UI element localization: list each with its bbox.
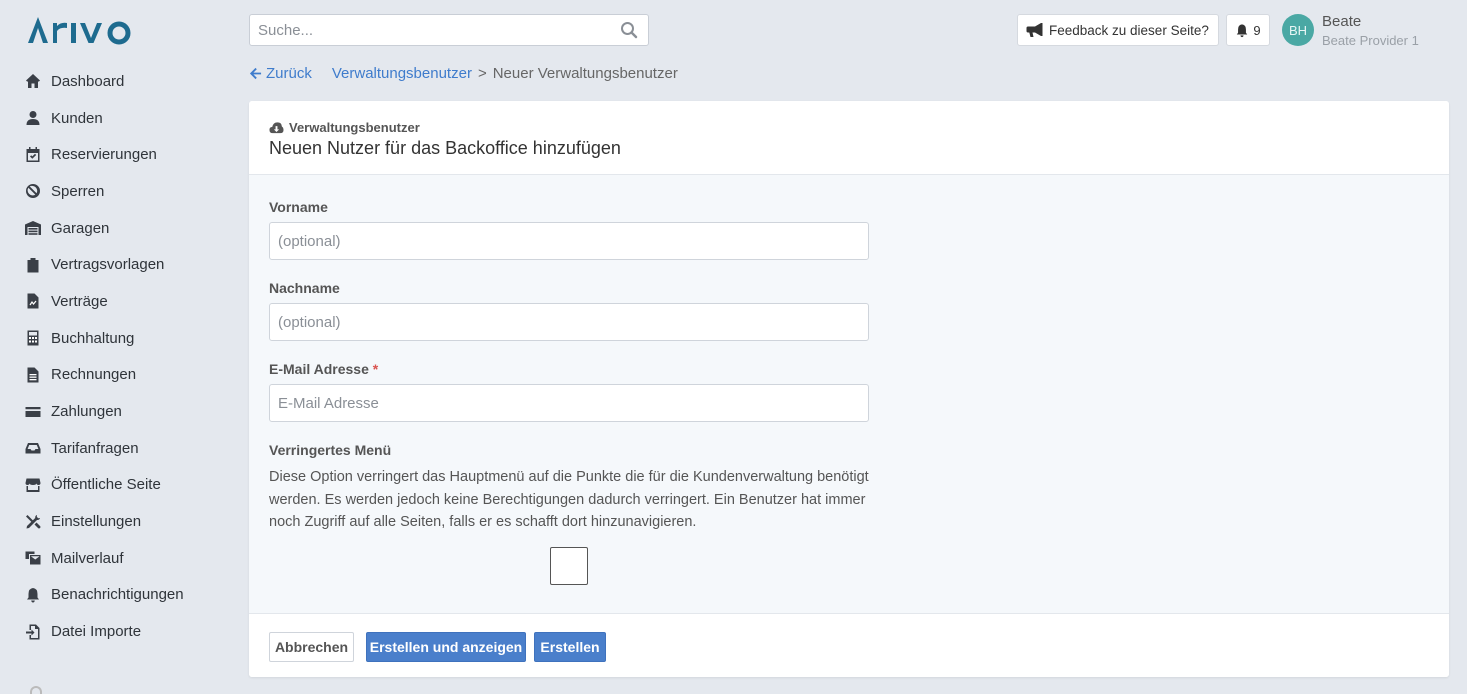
sidebar-item-oeffentliche-seite[interactable]: Öffentliche Seite (0, 467, 230, 504)
calculator-icon (24, 329, 42, 347)
create-and-show-button[interactable]: Erstellen und anzeigen (366, 632, 526, 662)
sidebar-item-rechnungen[interactable]: Rechnungen (0, 357, 230, 394)
breadcrumb-parent[interactable]: Verwaltungsbenutzer (332, 65, 472, 82)
back-label: Zurück (266, 65, 312, 82)
sidebar-item-label: Dashboard (51, 72, 125, 90)
arrow-left-icon (249, 67, 262, 80)
home-icon (24, 72, 42, 90)
bullhorn-icon (1026, 23, 1043, 37)
back-link[interactable]: Zurück (249, 65, 312, 82)
sidebar-item-kunden[interactable]: Kunden (0, 100, 230, 137)
user-organization: Beate Provider 1 (1322, 33, 1419, 48)
avatar[interactable]: BH (1282, 14, 1314, 46)
sidebar-item-label: Datei Importe (51, 623, 142, 641)
sidebar-item-benachrichtigungen[interactable]: Benachrichtigungen (0, 577, 230, 614)
file-import-icon (24, 623, 42, 641)
calendar-check-icon (24, 146, 42, 164)
cloud-download-icon (269, 122, 284, 134)
sidebar-item-einstellungen[interactable]: Einstellungen (0, 503, 230, 540)
breadcrumb-separator: > (477, 65, 487, 82)
sidebar-item-label: Rechnungen (51, 366, 137, 384)
search-input[interactable] (250, 21, 620, 39)
bell-icon (1237, 23, 1248, 37)
file-invoice-icon (24, 366, 42, 384)
first-name-label: Vorname (269, 199, 328, 215)
notifications-button[interactable]: 9 (1226, 14, 1270, 46)
arivo-logo-icon (28, 17, 131, 45)
reduced-menu-help: Diese Option verringert das Hauptmenü au… (269, 469, 869, 530)
last-name-input[interactable] (269, 303, 869, 341)
brand-logo[interactable] (26, 14, 146, 54)
sidebar-item-label: Vertragsvorlagen (51, 256, 165, 274)
sidebar-item-vertraege[interactable]: Verträge (0, 283, 230, 320)
bell-icon (24, 586, 42, 604)
sidebar-item-label: Einstellungen (51, 513, 142, 531)
sidebar-item-datei-importe[interactable]: Datei Importe (0, 613, 230, 650)
user-icon (24, 109, 42, 127)
reduced-menu-checkbox[interactable] (550, 547, 588, 585)
card-eyebrow-label: Verwaltungsbenutzer (289, 120, 420, 135)
sidebar-item-label: Reservierungen (51, 146, 157, 164)
required-marker: * (372, 361, 379, 377)
card-eyebrow: Verwaltungsbenutzer (269, 120, 1429, 135)
form-card: Verwaltungsbenutzer Neuen Nutzer für das… (249, 101, 1449, 677)
sidebar-nav: Dashboard Kunden Reservierungen Sperren … (0, 63, 230, 650)
feedback-button[interactable]: Feedback zu dieser Seite? (1017, 14, 1219, 46)
create-button[interactable]: Erstellen (534, 632, 606, 662)
card-footer: Abbrechen Erstellen und anzeigen Erstell… (249, 613, 1449, 677)
ban-icon (24, 182, 42, 200)
sidebar-item-label: Buchhaltung (51, 329, 135, 347)
sidebar-item-buchhaltung[interactable]: Buchhaltung (0, 320, 230, 357)
sidebar-item-label: Kunden (51, 109, 103, 127)
search-icon[interactable] (620, 21, 638, 39)
cancel-button[interactable]: Abbrechen (269, 632, 354, 662)
clipboard-icon (24, 256, 42, 274)
first-name-input[interactable] (269, 222, 869, 260)
page-title: Neuen Nutzer für das Backoffice hinzufüg… (269, 138, 621, 158)
credit-card-icon (24, 403, 42, 421)
store-icon (24, 476, 42, 494)
notification-count: 9 (1253, 22, 1261, 38)
sidebar-item-vertragsvorlagen[interactable]: Vertragsvorlagen (0, 246, 230, 283)
sidebar-item-zahlungen[interactable]: Zahlungen (0, 393, 230, 430)
inbox-icon (24, 439, 42, 457)
search-box (249, 14, 649, 46)
file-signature-icon (24, 292, 42, 310)
feedback-label: Feedback zu dieser Seite? (1049, 22, 1209, 38)
sidebar-item-reservierungen[interactable]: Reservierungen (0, 136, 230, 173)
sidebar-item-mailverlauf[interactable]: Mailverlauf (0, 540, 230, 577)
email-label-text: E-Mail Adresse (269, 361, 369, 377)
email-input[interactable] (269, 384, 869, 422)
sidebar-item-dashboard[interactable]: Dashboard (0, 63, 230, 100)
user-name[interactable]: Beate (1322, 13, 1361, 30)
sidebar: Dashboard Kunden Reservierungen Sperren … (0, 0, 230, 694)
sidebar-item-label: Sperren (51, 182, 105, 200)
sidebar-item-label: Zahlungen (51, 403, 122, 421)
sidebar-item-label: Garagen (51, 219, 110, 237)
sidebar-item-sperren[interactable]: Sperren (0, 173, 230, 210)
sidebar-item-label: Mailverlauf (51, 549, 124, 567)
sidebar-item-label: Benachrichtigungen (51, 586, 184, 604)
sidebar-item-label: Verträge (51, 292, 108, 310)
sidebar-item-tarifanfragen[interactable]: Tarifanfragen (0, 430, 230, 467)
sidebar-overflow-icon (30, 686, 42, 694)
sidebar-item-label: Öffentliche Seite (51, 476, 161, 494)
tools-icon (24, 513, 42, 531)
warehouse-icon (24, 219, 42, 237)
breadcrumb-current: Neuer Verwaltungsbenutzer (492, 65, 678, 82)
reduced-menu-label: Verringertes Menü (269, 442, 392, 458)
mail-bulk-icon (24, 549, 42, 567)
email-label: E-Mail Adresse * (269, 361, 378, 377)
breadcrumb: Zurück Verwaltungsbenutzer > Neuer Verwa… (249, 65, 678, 82)
sidebar-item-label: Tarifanfragen (51, 439, 139, 457)
sidebar-item-garagen[interactable]: Garagen (0, 210, 230, 247)
card-header: Verwaltungsbenutzer Neuen Nutzer für das… (249, 101, 1449, 175)
last-name-label: Nachname (269, 280, 340, 296)
